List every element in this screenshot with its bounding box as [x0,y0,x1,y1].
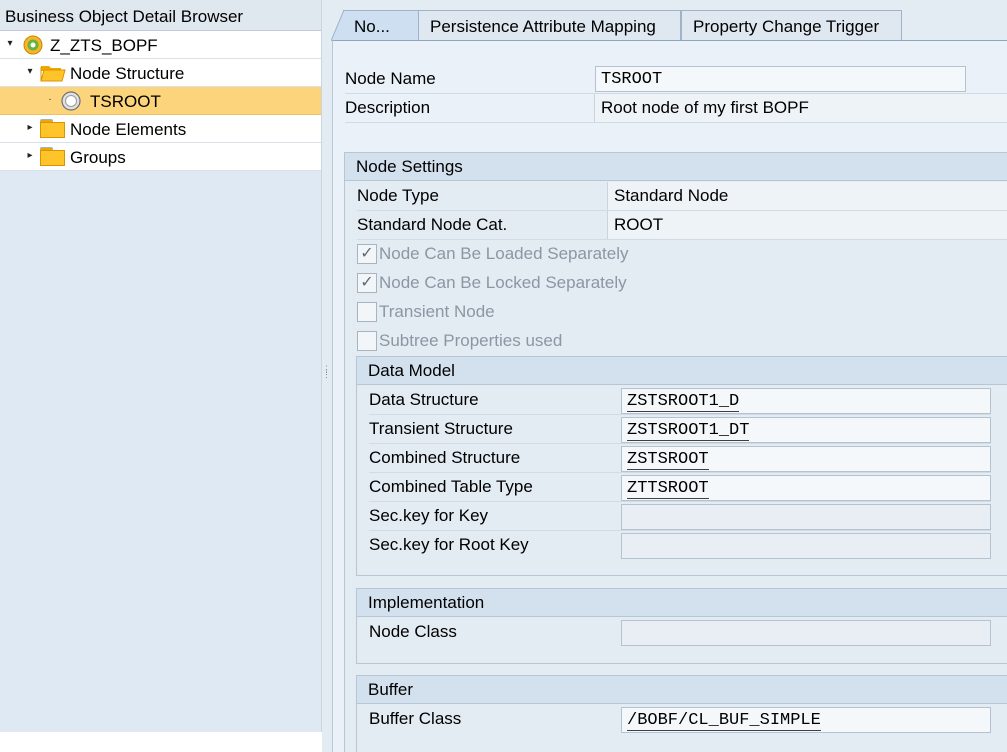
group-title: Buffer [357,676,1007,704]
checkbox-label: Subtree Properties used [379,331,563,350]
leaf-bullet-icon: · [48,94,52,105]
buffer-group: Buffer Buffer Class /BOBF/CL_BUF_SIMPLE [356,675,1007,752]
tree-node-business-object[interactable]: ▾ Z_ZTS_BOPF [0,31,321,59]
tree-label: Node Structure [70,64,185,83]
field-label: Data Structure [369,390,479,409]
node-class-label: Node Class [369,622,457,641]
node-settings-group: Node Settings Node Type Standard Node St… [344,152,1007,752]
description-row: Description Root node of my first BOPF [345,94,1007,123]
standard-node-category-value: ROOT [607,211,1007,239]
tree-label: Z_ZTS_BOPF [50,36,158,55]
field-label: Transient Structure [369,419,513,438]
expand-icon[interactable]: ▸ [24,146,36,166]
field-label: Combined Structure [369,448,521,467]
buffer-class-row: Buffer Class /BOBF/CL_BUF_SIMPLE [369,705,991,734]
node-type-label: Node Type [357,186,439,205]
group-title: Implementation [357,589,1007,617]
tree-label: Node Elements [70,120,187,139]
node-icon [60,90,82,117]
tree-label: Groups [70,148,126,167]
tab-property-change-trigger[interactable]: Property Change Trigger [681,10,902,40]
tab-persistence-attribute-mapping[interactable]: Persistence Attribute Mapping [418,10,681,40]
checkbox-label: Transient Node [379,302,495,321]
transient-structure-row: Transient Structure ZSTSROOT1_DT [369,415,991,444]
field-label: Sec.key for Root Key [369,535,529,554]
open-folder-icon [40,63,66,88]
description-label: Description [345,98,431,117]
sec-key-root-row: Sec.key for Root Key [369,531,991,560]
tab-label: Persistence Attribute Mapping [430,17,656,36]
standard-node-category-row: Standard Node Cat. ROOT [357,211,1007,240]
object-browser-panel: Business Object Detail Browser ▾ Z_ZTS_B… [0,0,322,732]
tree-node-groups[interactable]: ▸ Groups [0,143,321,171]
tree-label: TSROOT [90,92,161,111]
combined-structure-field[interactable]: ZSTSROOT [621,446,991,472]
node-type-value: Standard Node [607,182,1007,210]
standard-node-category-label: Standard Node Cat. [357,215,508,234]
folder-icon [40,147,66,166]
tab-corner-icon [331,10,344,41]
tree-node-node-structure[interactable]: ▾ Node Structure [0,59,321,87]
tab-node[interactable]: No... [331,10,419,41]
group-title: Data Model [357,357,1007,385]
combined-table-type-row: Combined Table Type ZTTSROOT [369,473,991,502]
combined-structure-row: Combined Structure ZSTSROOT [369,444,991,473]
data-structure-row: Data Structure ZSTSROOT1_D [369,386,991,415]
tree-node-node-elements[interactable]: ▸ Node Elements [0,115,321,143]
checkbox-label: Node Can Be Locked Separately [379,273,627,292]
data-structure-field[interactable]: ZSTSROOT1_D [621,388,991,414]
folder-icon [40,119,66,138]
node-type-row: Node Type Standard Node [357,182,1007,211]
sec-key-field[interactable] [621,504,991,530]
node-name-field[interactable]: TSROOT [595,66,966,92]
tab-label: No... [354,17,390,36]
checkbox-label: Node Can Be Loaded Separately [379,244,629,263]
node-name-row: Node Name TSROOT [345,65,1007,94]
panel-splitter[interactable]: ⋮ ⋮ [322,0,331,752]
implementation-group: Implementation Node Class [356,588,1007,664]
collapse-icon[interactable]: ▾ [24,62,36,82]
panel-title: Business Object Detail Browser [0,0,321,31]
loaded-separately-checkbox[interactable]: ✓ [357,244,377,264]
splitter-grip-icon[interactable]: ⋮ ⋮ [322,365,331,379]
subtree-properties-checkbox[interactable] [357,331,377,351]
locked-separately-checkbox[interactable]: ✓ [357,273,377,293]
collapse-icon[interactable]: ▾ [4,34,16,54]
field-label: Sec.key for Key [369,506,489,525]
expand-icon[interactable]: ▸ [24,118,36,138]
tab-label: Property Change Trigger [693,17,880,36]
transient-structure-field[interactable]: ZSTSROOT1_DT [621,417,991,443]
combined-table-type-field[interactable]: ZTTSROOT [621,475,991,501]
node-name-label: Node Name [345,69,436,88]
node-detail-content: Node Name TSROOT Description Root node o… [332,40,1007,752]
group-title: Node Settings [345,153,1007,181]
buffer-class-field[interactable]: /BOBF/CL_BUF_SIMPLE [621,707,991,733]
node-class-field[interactable] [621,620,991,646]
description-value: Root node of my first BOPF [594,94,1007,122]
business-object-icon [22,34,44,61]
field-label: Combined Table Type [369,477,533,496]
data-model-group: Data Model Data Structure ZSTSROOT1_D Tr… [356,356,1007,576]
transient-node-checkbox[interactable] [357,302,377,322]
tree-node-tsroot[interactable]: · TSROOT [0,87,321,115]
buffer-class-label: Buffer Class [369,709,462,728]
sec-key-row: Sec.key for Key [369,502,991,531]
tab-strip: No... Persistence Attribute Mapping Prop… [331,0,1007,41]
sec-key-root-field[interactable] [621,533,991,559]
node-class-row: Node Class [369,618,991,647]
panel-footer [0,732,322,752]
